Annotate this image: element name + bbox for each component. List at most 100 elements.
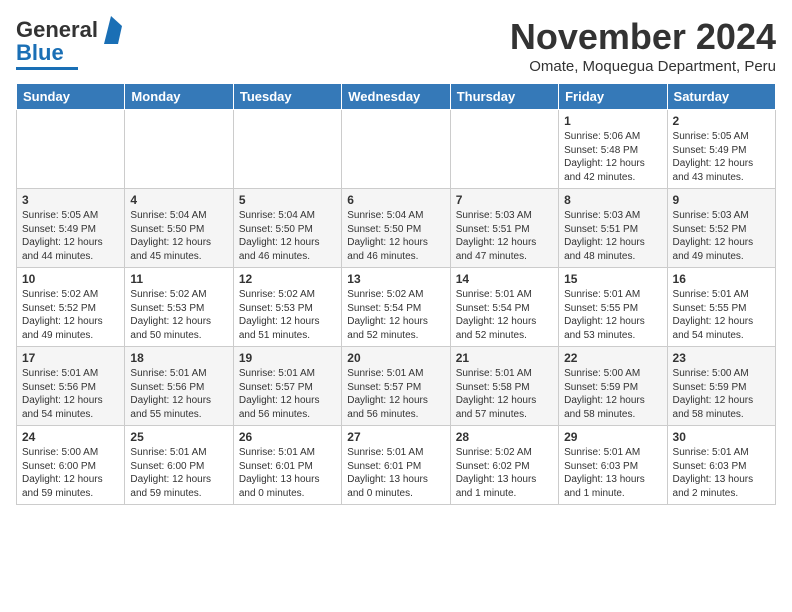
day-number: 30 <box>673 430 770 444</box>
day-info: Sunrise: 5:05 AM Sunset: 5:49 PM Dayligh… <box>22 209 119 263</box>
calendar-cell: 11 Sunrise: 5:02 AM Sunset: 5:53 PM Dayli… <box>125 268 233 347</box>
calendar-cell: 28 Sunrise: 5:02 AM Sunset: 6:02 PM Dayli… <box>450 426 558 505</box>
day-info: Sunrise: 5:02 AM Sunset: 5:54 PM Dayligh… <box>347 288 444 342</box>
day-number: 4 <box>130 193 227 207</box>
day-info: Sunrise: 5:01 AM Sunset: 6:01 PM Dayligh… <box>239 446 336 500</box>
day-number: 5 <box>239 193 336 207</box>
calendar-week-1: 1 Sunrise: 5:06 AM Sunset: 5:48 PM Daylig… <box>17 110 776 189</box>
day-info: Sunrise: 5:00 AM Sunset: 6:00 PM Dayligh… <box>22 446 119 500</box>
day-info: Sunrise: 5:03 AM Sunset: 5:52 PM Dayligh… <box>673 209 770 263</box>
day-number: 16 <box>673 272 770 286</box>
calendar-cell: 9 Sunrise: 5:03 AM Sunset: 5:52 PM Daylig… <box>667 189 775 268</box>
day-number: 17 <box>22 351 119 365</box>
day-info: Sunrise: 5:01 AM Sunset: 5:55 PM Dayligh… <box>564 288 661 342</box>
day-info: Sunrise: 5:03 AM Sunset: 5:51 PM Dayligh… <box>456 209 553 263</box>
day-info: Sunrise: 5:06 AM Sunset: 5:48 PM Dayligh… <box>564 130 661 184</box>
calendar-cell: 13 Sunrise: 5:02 AM Sunset: 5:54 PM Dayli… <box>342 268 450 347</box>
day-number: 26 <box>239 430 336 444</box>
day-info: Sunrise: 5:01 AM Sunset: 6:01 PM Dayligh… <box>347 446 444 500</box>
day-info: Sunrise: 5:02 AM Sunset: 5:52 PM Dayligh… <box>22 288 119 342</box>
col-header-sunday: Sunday <box>17 84 125 110</box>
day-number: 18 <box>130 351 227 365</box>
calendar-cell: 10 Sunrise: 5:02 AM Sunset: 5:52 PM Dayli… <box>17 268 125 347</box>
day-number: 24 <box>22 430 119 444</box>
calendar-cell: 14 Sunrise: 5:01 AM Sunset: 5:54 PM Dayli… <box>450 268 558 347</box>
day-number: 28 <box>456 430 553 444</box>
title-block: November 2024 Omate, Moquegua Department… <box>510 16 776 75</box>
day-info: Sunrise: 5:00 AM Sunset: 5:59 PM Dayligh… <box>564 367 661 421</box>
logo-triangle-icon <box>100 16 122 44</box>
day-number: 21 <box>456 351 553 365</box>
calendar-week-2: 3 Sunrise: 5:05 AM Sunset: 5:49 PM Daylig… <box>17 189 776 268</box>
calendar-cell <box>342 110 450 189</box>
calendar-cell: 1 Sunrise: 5:06 AM Sunset: 5:48 PM Daylig… <box>559 110 667 189</box>
day-number: 27 <box>347 430 444 444</box>
calendar-cell <box>125 110 233 189</box>
day-number: 13 <box>347 272 444 286</box>
day-number: 29 <box>564 430 661 444</box>
day-number: 2 <box>673 114 770 128</box>
day-number: 11 <box>130 272 227 286</box>
calendar-cell: 17 Sunrise: 5:01 AM Sunset: 5:56 PM Dayli… <box>17 347 125 426</box>
calendar-cell: 16 Sunrise: 5:01 AM Sunset: 5:55 PM Dayli… <box>667 268 775 347</box>
calendar-cell: 4 Sunrise: 5:04 AM Sunset: 5:50 PM Daylig… <box>125 189 233 268</box>
day-info: Sunrise: 5:00 AM Sunset: 5:59 PM Dayligh… <box>673 367 770 421</box>
col-header-tuesday: Tuesday <box>233 84 341 110</box>
calendar-cell: 12 Sunrise: 5:02 AM Sunset: 5:53 PM Dayli… <box>233 268 341 347</box>
calendar-cell: 3 Sunrise: 5:05 AM Sunset: 5:49 PM Daylig… <box>17 189 125 268</box>
day-number: 25 <box>130 430 227 444</box>
calendar-cell: 7Sunrise: 5:03 AM Sunset: 5:51 PM Daylig… <box>450 189 558 268</box>
calendar-cell: 25 Sunrise: 5:01 AM Sunset: 6:00 PM Dayli… <box>125 426 233 505</box>
day-info: Sunrise: 5:01 AM Sunset: 5:57 PM Dayligh… <box>239 367 336 421</box>
day-info: Sunrise: 5:01 AM Sunset: 5:56 PM Dayligh… <box>22 367 119 421</box>
calendar-cell: 18 Sunrise: 5:01 AM Sunset: 5:56 PM Dayli… <box>125 347 233 426</box>
col-header-saturday: Saturday <box>667 84 775 110</box>
calendar-table: SundayMondayTuesdayWednesdayThursdayFrid… <box>16 83 776 505</box>
day-info: Sunrise: 5:02 AM Sunset: 6:02 PM Dayligh… <box>456 446 553 500</box>
calendar-header-row: SundayMondayTuesdayWednesdayThursdayFrid… <box>17 84 776 110</box>
day-number: 22 <box>564 351 661 365</box>
calendar-cell: 23 Sunrise: 5:00 AM Sunset: 5:59 PM Dayli… <box>667 347 775 426</box>
calendar-cell: 30 Sunrise: 5:01 AM Sunset: 6:03 PM Dayli… <box>667 426 775 505</box>
day-info: Sunrise: 5:04 AM Sunset: 5:50 PM Dayligh… <box>347 209 444 263</box>
day-number: 14 <box>456 272 553 286</box>
day-info: Sunrise: 5:01 AM Sunset: 5:54 PM Dayligh… <box>456 288 553 342</box>
col-header-friday: Friday <box>559 84 667 110</box>
month-title: November 2024 <box>510 16 776 58</box>
day-info: Sunrise: 5:01 AM Sunset: 5:58 PM Dayligh… <box>456 367 553 421</box>
calendar-cell <box>17 110 125 189</box>
day-info: Sunrise: 5:01 AM Sunset: 6:00 PM Dayligh… <box>130 446 227 500</box>
day-number: 8 <box>564 193 661 207</box>
day-info: Sunrise: 5:01 AM Sunset: 6:03 PM Dayligh… <box>564 446 661 500</box>
day-info: Sunrise: 5:01 AM Sunset: 5:57 PM Dayligh… <box>347 367 444 421</box>
day-number: 6 <box>347 193 444 207</box>
day-info: Sunrise: 5:01 AM Sunset: 5:56 PM Dayligh… <box>130 367 227 421</box>
col-header-thursday: Thursday <box>450 84 558 110</box>
calendar-cell: 22 Sunrise: 5:00 AM Sunset: 5:59 PM Dayli… <box>559 347 667 426</box>
calendar-cell: 15 Sunrise: 5:01 AM Sunset: 5:55 PM Dayli… <box>559 268 667 347</box>
logo-underline <box>16 67 78 70</box>
day-info: Sunrise: 5:02 AM Sunset: 5:53 PM Dayligh… <box>130 288 227 342</box>
day-number: 12 <box>239 272 336 286</box>
day-number: 19 <box>239 351 336 365</box>
calendar-cell: 5Sunrise: 5:04 AM Sunset: 5:50 PM Daylig… <box>233 189 341 268</box>
day-info: Sunrise: 5:01 AM Sunset: 6:03 PM Dayligh… <box>673 446 770 500</box>
day-number: 3 <box>22 193 119 207</box>
day-info: Sunrise: 5:01 AM Sunset: 5:55 PM Dayligh… <box>673 288 770 342</box>
col-header-monday: Monday <box>125 84 233 110</box>
day-info: Sunrise: 5:05 AM Sunset: 5:49 PM Dayligh… <box>673 130 770 184</box>
day-number: 1 <box>564 114 661 128</box>
calendar-cell: 19 Sunrise: 5:01 AM Sunset: 5:57 PM Dayli… <box>233 347 341 426</box>
day-number: 23 <box>673 351 770 365</box>
day-number: 9 <box>673 193 770 207</box>
day-number: 20 <box>347 351 444 365</box>
day-number: 15 <box>564 272 661 286</box>
calendar-cell: 8Sunrise: 5:03 AM Sunset: 5:51 PM Daylig… <box>559 189 667 268</box>
col-header-wednesday: Wednesday <box>342 84 450 110</box>
calendar-cell: 26 Sunrise: 5:01 AM Sunset: 6:01 PM Dayli… <box>233 426 341 505</box>
logo: General Blue <box>16 16 122 70</box>
calendar-cell: 21 Sunrise: 5:01 AM Sunset: 5:58 PM Dayli… <box>450 347 558 426</box>
day-number: 10 <box>22 272 119 286</box>
day-info: Sunrise: 5:04 AM Sunset: 5:50 PM Dayligh… <box>130 209 227 263</box>
day-info: Sunrise: 5:02 AM Sunset: 5:53 PM Dayligh… <box>239 288 336 342</box>
